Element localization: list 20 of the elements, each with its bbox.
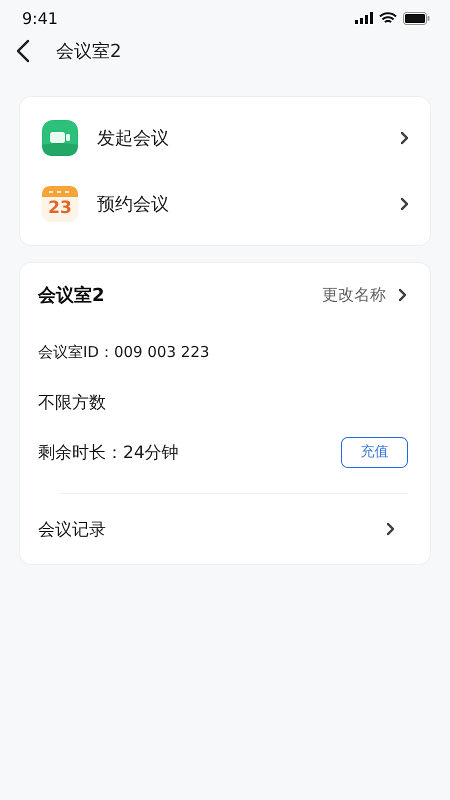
remaining-time: 剩余时长：24分钟 (38, 442, 180, 464)
status-time: 9:41 (22, 8, 58, 28)
room-id: 会议室ID：009 003 223 (38, 342, 210, 362)
menu-item[interactable]: 23 预约会议 (20, 171, 430, 237)
calendar-icon: 23 (41, 185, 79, 223)
room-name: 会议室2 (38, 284, 106, 307)
video-camera-icon (41, 119, 79, 157)
menu-item[interactable]: 发起会议 (20, 105, 430, 171)
records-item[interactable]: 会议记录 (20, 494, 430, 564)
rename-link[interactable]: 更改名称 (322, 284, 408, 306)
chevron-icon (400, 131, 410, 145)
page-title: 会议室2 (56, 40, 122, 63)
chevron-icon (386, 522, 396, 536)
capacity-text: 不限方数 (38, 392, 107, 414)
battery-icon (403, 12, 430, 24)
chevron-icon (400, 197, 410, 211)
signal-icon (355, 12, 373, 24)
chevron-icon (398, 288, 408, 302)
recharge-button[interactable]: 充值 (341, 436, 408, 468)
wifi-icon (379, 12, 397, 24)
